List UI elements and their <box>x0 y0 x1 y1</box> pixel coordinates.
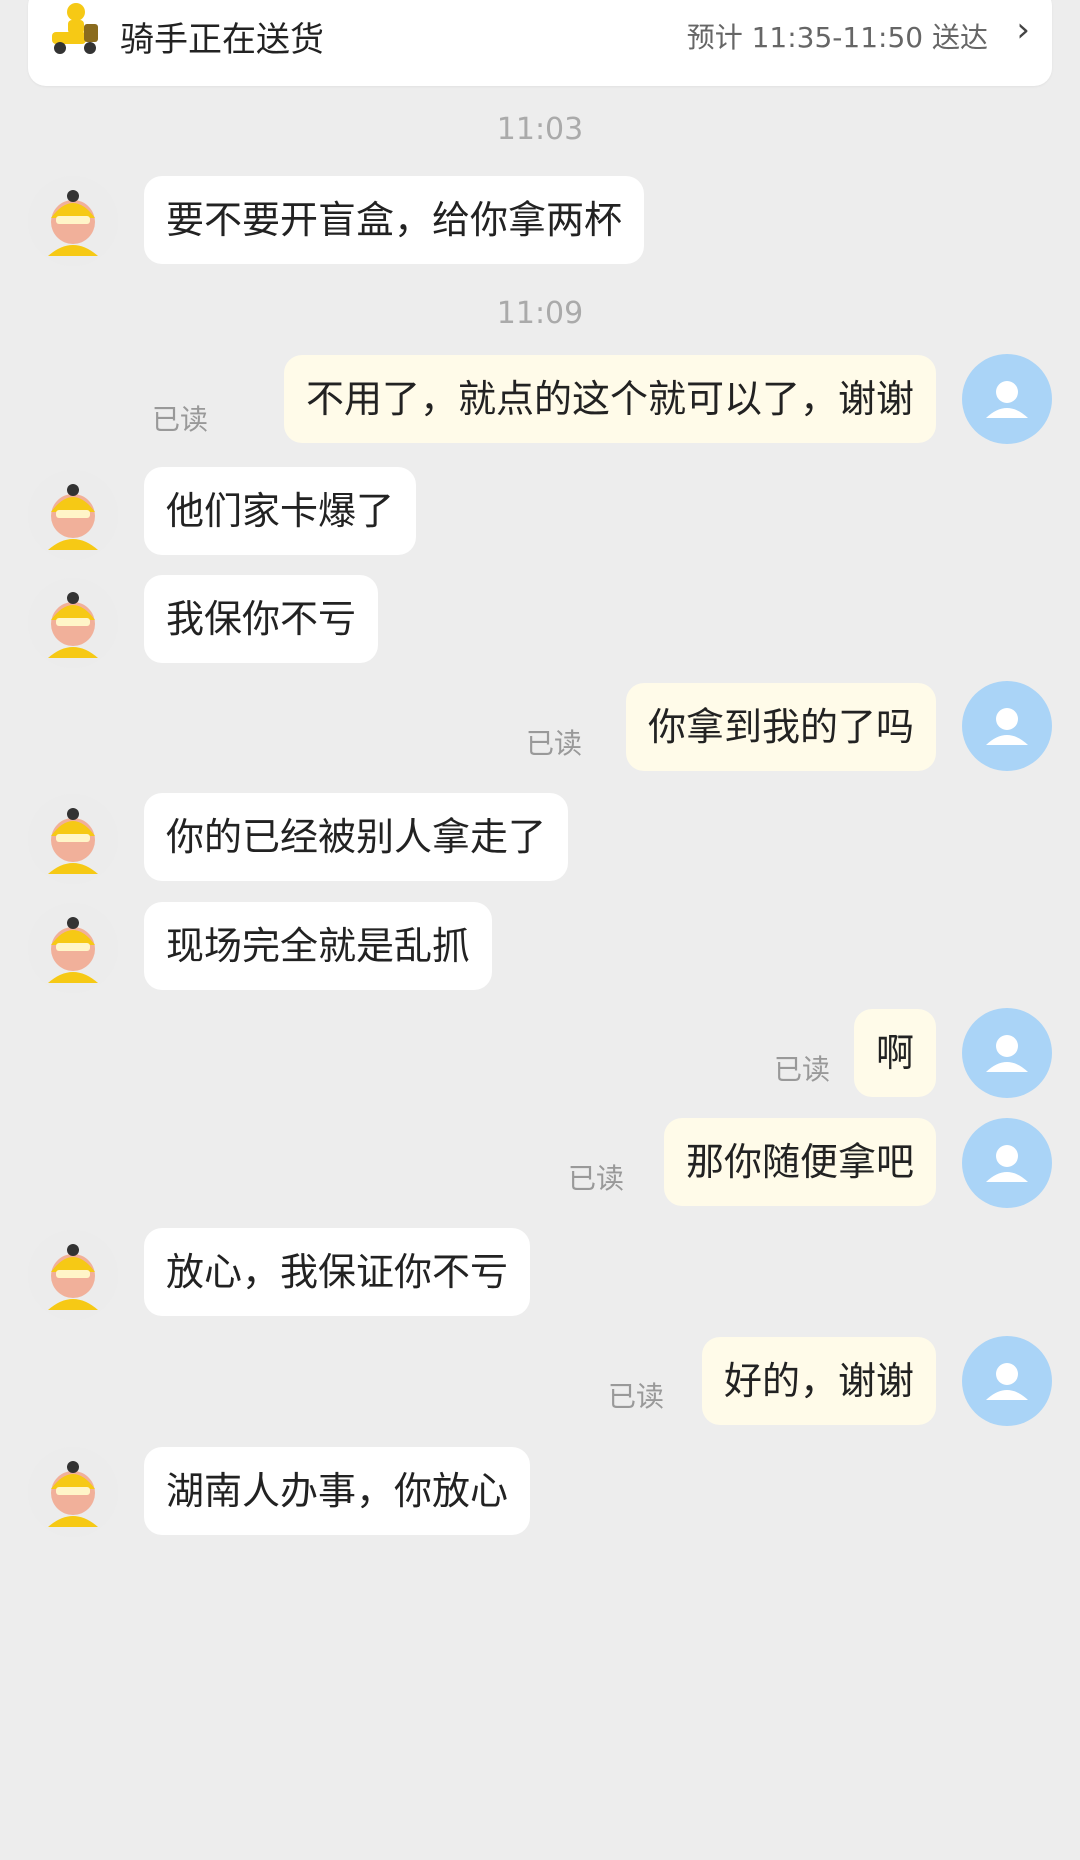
read-receipt: 已读 <box>152 403 209 436</box>
message-bubble-outgoing[interactable]: 那你随便拿吧 <box>663 1118 936 1206</box>
message-bubble-incoming[interactable]: 要不要开盲盒，给你拿两杯 <box>144 176 645 264</box>
timestamp: 11:09 <box>496 296 584 331</box>
message-bubble-incoming[interactable]: 你的已经被别人拿走了 <box>144 793 569 881</box>
rider-avatar-icon[interactable] <box>28 578 118 668</box>
scooter-rider-icon <box>52 3 98 54</box>
rider-avatar-icon[interactable] <box>28 1447 118 1537</box>
read-receipt: 已读 <box>526 727 583 760</box>
message-bubble-outgoing[interactable]: 好的，谢谢 <box>701 1337 936 1425</box>
user-avatar-icon[interactable] <box>962 1336 1052 1426</box>
message-bubble-outgoing[interactable]: 你拿到我的了吗 <box>625 683 936 771</box>
timestamp: 11:03 <box>496 112 584 147</box>
message-bubble-incoming[interactable]: 我保你不亏 <box>144 575 379 663</box>
message-bubble-incoming[interactable]: 他们家卡爆了 <box>144 467 417 555</box>
user-avatar-icon[interactable] <box>962 681 1052 771</box>
delivery-status-bar[interactable]: 骑手正在送货 预计 11:35-11:50 送达 › <box>28 0 1052 86</box>
user-avatar-icon[interactable] <box>962 354 1052 444</box>
rider-avatar-icon[interactable] <box>28 903 118 993</box>
user-avatar-icon[interactable] <box>962 1118 1052 1208</box>
rider-avatar-icon[interactable] <box>28 176 118 266</box>
eta-text: 预计 11:35-11:50 送达 <box>686 21 988 54</box>
read-receipt: 已读 <box>774 1053 831 1086</box>
rider-avatar-icon[interactable] <box>28 1230 118 1320</box>
message-bubble-outgoing[interactable]: 不用了，就点的这个就可以了，谢谢 <box>283 355 936 443</box>
read-receipt: 已读 <box>568 1162 625 1195</box>
chevron-right-icon[interactable]: › <box>1016 10 1030 50</box>
message-bubble-incoming[interactable]: 湖南人办事，你放心 <box>144 1447 531 1535</box>
delivery-status-title: 骑手正在送货 <box>120 20 324 60</box>
message-bubble-incoming[interactable]: 现场完全就是乱抓 <box>144 902 493 990</box>
user-avatar-icon[interactable] <box>962 1008 1052 1098</box>
message-bubble-outgoing[interactable]: 啊 <box>853 1009 936 1097</box>
rider-avatar-icon[interactable] <box>28 794 118 884</box>
read-receipt: 已读 <box>608 1380 665 1413</box>
rider-avatar-icon[interactable] <box>28 470 118 560</box>
message-bubble-incoming[interactable]: 放心，我保证你不亏 <box>144 1228 531 1316</box>
